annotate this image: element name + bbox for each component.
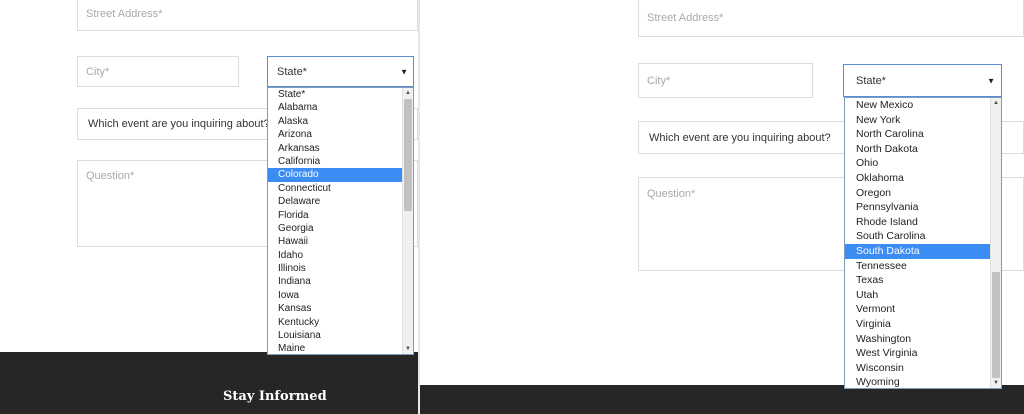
state-select[interactable]: State* ▼ (843, 64, 1002, 97)
state-option[interactable]: South Carolina (845, 229, 990, 244)
state-option[interactable]: Alabama (268, 101, 402, 114)
state-option[interactable]: Texas (845, 273, 990, 288)
state-select-value: State* (856, 74, 886, 87)
footer (420, 385, 1024, 414)
state-option[interactable]: South Dakota (845, 243, 990, 259)
scroll-up-icon[interactable]: ▲ (991, 98, 1001, 108)
state-option[interactable]: Virginia (845, 317, 990, 332)
state-option[interactable]: Vermont (845, 302, 990, 317)
state-option[interactable]: Oklahoma (845, 171, 990, 186)
scroll-up-icon[interactable]: ▲ (403, 88, 413, 98)
state-option[interactable]: West Virginia (845, 346, 990, 361)
scrollbar-thumb[interactable] (404, 99, 412, 211)
city-placeholder: City* (86, 65, 110, 78)
state-option[interactable]: Ohio (845, 156, 990, 171)
state-option[interactable]: Tennessee (845, 259, 990, 274)
event-inquiry-placeholder: Which event are you inquiring about? (88, 118, 270, 130)
state-dropdown-list[interactable]: New Mexico New York North Carolina North Da… (844, 97, 1002, 389)
state-option[interactable]: Kentucky (268, 316, 402, 329)
state-dropdown-list[interactable]: State* Alabama Alaska Arizona Arkansas Califo… (267, 87, 414, 355)
city-input[interactable]: City* (77, 56, 239, 87)
question-placeholder: Question* (647, 188, 696, 200)
footer: Stay Informed (0, 352, 418, 414)
state-option[interactable]: Oregon (845, 186, 990, 201)
state-option[interactable]: Washington (845, 332, 990, 347)
right-form-panel: Street Address* City* State* ▼ Which eve… (420, 0, 1024, 414)
state-option[interactable]: Georgia (268, 222, 402, 235)
state-option[interactable]: Indiana (268, 275, 402, 288)
state-option[interactable]: Iowa (268, 289, 402, 302)
state-option[interactable]: Illinois (268, 262, 402, 275)
footer-title: Stay Informed (223, 389, 327, 404)
state-option[interactable]: Wyoming (845, 375, 990, 388)
state-select-value: State* (277, 65, 307, 78)
state-option[interactable]: Idaho (268, 249, 402, 262)
state-option[interactable]: Arkansas (268, 142, 402, 155)
street-address-input[interactable]: Street Address* (638, 0, 1024, 37)
state-option[interactable]: New York (845, 113, 990, 128)
state-option[interactable]: California (268, 155, 402, 168)
state-option[interactable]: New Mexico (845, 98, 990, 113)
dropdown-arrow-icon: ▼ (400, 67, 408, 76)
left-form-panel: Street Address* City* State* ▼ Which eve… (0, 0, 418, 414)
state-option[interactable]: Arizona (268, 128, 402, 141)
scrollbar-thumb[interactable] (992, 272, 1000, 378)
state-option[interactable]: Wisconsin (845, 361, 990, 376)
scroll-down-icon[interactable]: ▼ (991, 378, 1001, 388)
state-option[interactable]: Rhode Island (845, 215, 990, 230)
state-option[interactable]: Delaware (268, 195, 402, 208)
city-placeholder: City* (647, 74, 671, 87)
state-option[interactable]: Utah (845, 288, 990, 303)
state-option[interactable]: North Carolina (845, 127, 990, 142)
state-option[interactable]: Louisiana (268, 329, 402, 342)
state-option[interactable]: Pennsylvania (845, 200, 990, 215)
street-address-placeholder: Street Address* (647, 11, 724, 24)
city-input[interactable]: City* (638, 63, 813, 98)
scroll-down-icon[interactable]: ▼ (403, 344, 413, 354)
dropdown-scrollbar[interactable]: ▲ ▼ (990, 98, 1001, 388)
street-address-input[interactable]: Street Address* (77, 0, 418, 31)
state-select[interactable]: State* ▼ (267, 56, 414, 87)
dropdown-scrollbar[interactable]: ▲ ▼ (402, 88, 413, 354)
state-option[interactable]: Alaska (268, 115, 402, 128)
state-option[interactable]: Kansas (268, 302, 402, 315)
state-option[interactable]: Florida (268, 209, 402, 222)
state-options: State* Alabama Alaska Arizona Arkansas Califo… (268, 88, 402, 354)
street-address-placeholder: Street Address* (86, 8, 163, 20)
state-option[interactable]: Hawaii (268, 235, 402, 248)
state-option[interactable]: Maine (268, 342, 402, 354)
question-placeholder: Question* (86, 170, 135, 182)
state-options: New Mexico New York North Carolina North Da… (845, 98, 990, 388)
state-option[interactable]: State* (268, 88, 402, 101)
state-option[interactable]: Colorado (268, 168, 402, 182)
event-inquiry-placeholder: Which event are you inquiring about? (649, 131, 831, 144)
dropdown-arrow-icon: ▼ (987, 76, 995, 85)
state-option[interactable]: Connecticut (268, 182, 402, 195)
state-option[interactable]: North Dakota (845, 142, 990, 157)
